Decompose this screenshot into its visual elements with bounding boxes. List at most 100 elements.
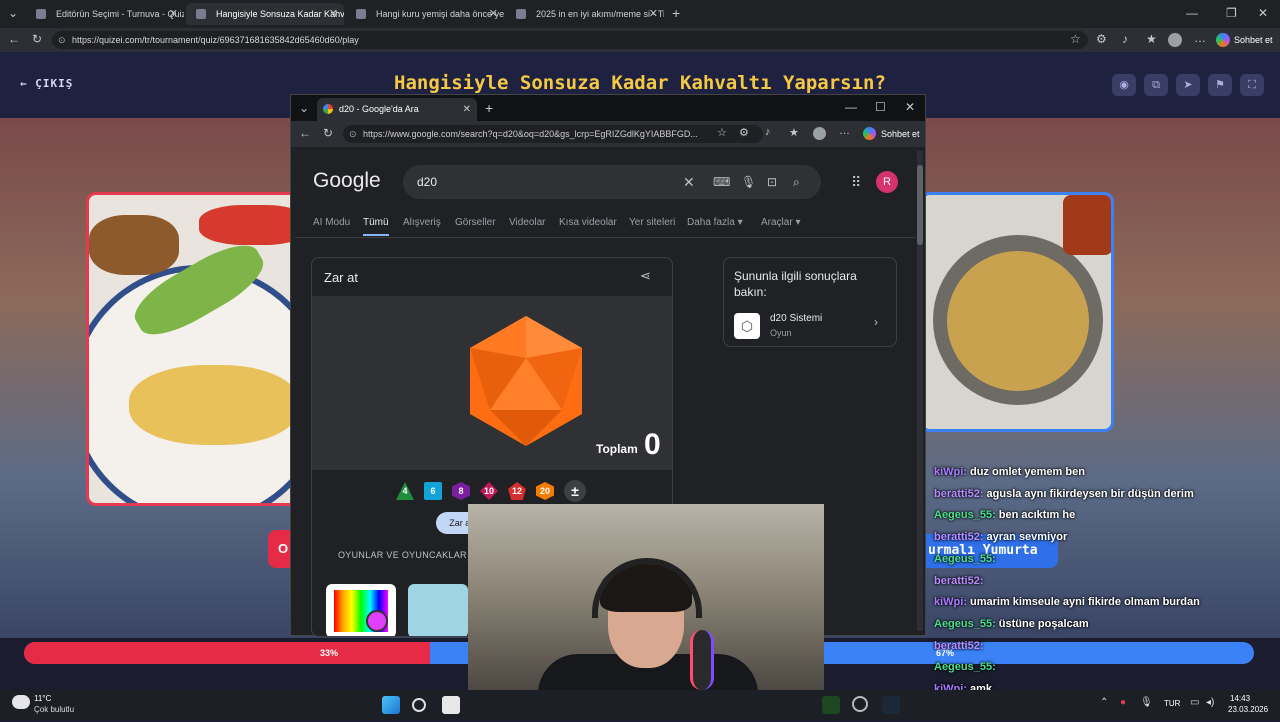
modifier-button[interactable]: ± xyxy=(564,480,586,502)
account-avatar[interactable]: R xyxy=(876,171,898,193)
close-icon[interactable]: ✕ xyxy=(463,98,471,121)
chat-username[interactable]: beratti52: xyxy=(934,640,984,652)
flag-icon[interactable]: ⚑ xyxy=(1208,74,1232,96)
tab-tools[interactable]: Araçlar ▾ xyxy=(761,217,800,228)
color-picker-game-thumbnail[interactable] xyxy=(326,584,396,636)
reload-icon[interactable]: ↻ xyxy=(32,32,42,46)
more-menu-icon[interactable]: … xyxy=(839,125,850,137)
scrollbar-thumb[interactable] xyxy=(917,165,923,245)
chat-username[interactable]: kiWpi: xyxy=(934,466,967,478)
bookmark-star-icon[interactable]: ☆ xyxy=(717,126,727,139)
chat-username[interactable]: Aegeus_55: xyxy=(934,661,996,673)
right-option-card[interactable] xyxy=(920,192,1114,432)
browser-tab-active[interactable]: Hangisiyle Sonsuza Kadar Kahvalt ✕ xyxy=(186,3,344,25)
microphone-icon[interactable]: 🎙 xyxy=(741,165,756,199)
windows-start-icon[interactable] xyxy=(382,696,400,714)
google-tab[interactable]: d20 - Google'da Ara ✕ xyxy=(317,98,477,121)
close-icon[interactable]: ✕ xyxy=(169,3,178,25)
d20-die-button[interactable]: 20 xyxy=(536,482,554,500)
search-icon[interactable] xyxy=(412,698,426,712)
extensions-icon[interactable]: ⚙ xyxy=(739,126,749,139)
clear-search-icon[interactable]: ✕ xyxy=(683,165,695,199)
d4-die-button[interactable]: 4 xyxy=(396,482,414,500)
breathing-exercise-thumbnail[interactable] xyxy=(408,584,468,636)
eye-icon[interactable]: ◉ xyxy=(1112,74,1136,96)
left-option-card[interactable] xyxy=(86,192,306,506)
extensions-icon[interactable]: ⚙ xyxy=(1096,32,1107,46)
tab-all[interactable]: Tümü xyxy=(363,217,389,236)
fullscreen-icon[interactable]: ⛶ xyxy=(1240,74,1264,96)
dice-display-area[interactable]: Toplam 0 xyxy=(312,296,672,470)
close-window-icon[interactable]: ✕ xyxy=(1258,6,1268,20)
maximize-icon[interactable]: ❐ xyxy=(1226,6,1237,20)
tray-app-icon[interactable]: ● xyxy=(1120,697,1126,708)
close-icon[interactable]: ✕ xyxy=(649,3,658,25)
share-icon[interactable]: ⧉ xyxy=(1144,74,1168,96)
weather-description[interactable]: Çok bulutlu xyxy=(34,705,74,714)
apps-grid-icon[interactable]: ⠿ xyxy=(851,174,861,191)
network-icon[interactable]: ▭ xyxy=(1190,697,1199,708)
tab-ai-mode[interactable]: AI Modu xyxy=(313,217,350,228)
share-icon[interactable]: ⋖ xyxy=(640,268,651,284)
tab-list-chevron-icon[interactable]: ⌄ xyxy=(299,101,309,115)
lens-camera-icon[interactable]: ⊡ xyxy=(767,165,777,199)
close-icon[interactable]: ✕ xyxy=(329,3,338,25)
tab-shopping[interactable]: Alışveriş xyxy=(403,217,441,228)
exit-button[interactable]: ← ÇIKIŞ xyxy=(20,77,73,90)
close-window-icon[interactable]: ✕ xyxy=(905,100,915,114)
app-taskbar-icon[interactable] xyxy=(852,696,868,712)
google-logo[interactable]: Google xyxy=(313,169,381,193)
tab-images[interactable]: Görseller xyxy=(455,217,496,228)
new-tab-plus-icon[interactable]: + xyxy=(485,100,493,116)
app-taskbar-icon[interactable] xyxy=(822,696,840,714)
steam-icon[interactable] xyxy=(882,696,900,714)
back-arrow-icon[interactable]: ← xyxy=(8,32,20,46)
browser-tab[interactable]: 2025 in en iyi akımı/meme si - Tie ✕ xyxy=(506,3,664,25)
close-icon[interactable]: ✕ xyxy=(489,3,498,25)
favorites-icon[interactable]: ★ xyxy=(1146,32,1157,46)
chat-username[interactable]: beratti52: xyxy=(934,531,984,543)
tab-places[interactable]: Yer siteleri xyxy=(629,217,675,228)
d12-die-button[interactable]: 12 xyxy=(508,482,526,500)
favorites-icon[interactable]: ★ xyxy=(789,126,799,139)
weather-temperature[interactable]: 11°C xyxy=(34,694,51,703)
tab-more[interactable]: Daha fazla ▾ xyxy=(687,217,743,228)
chat-username[interactable]: beratti52: xyxy=(934,575,984,587)
microphone-icon[interactable]: 🎙 xyxy=(1140,697,1153,708)
tab-videos[interactable]: Videolar xyxy=(509,217,546,228)
reading-icon[interactable]: ♪ xyxy=(765,126,771,138)
chat-username[interactable]: Aegeus_55: xyxy=(934,553,996,565)
profile-avatar-icon[interactable] xyxy=(1168,33,1182,47)
scrollbar[interactable] xyxy=(917,151,923,631)
chat-username[interactable]: Aegeus_55: xyxy=(934,509,996,521)
d10-die-button[interactable]: 10 xyxy=(480,482,498,500)
clock-date[interactable]: 23.03.2026 xyxy=(1228,705,1268,714)
browser-tab[interactable]: Hangi kuru yemişi daha önce yers ✕ xyxy=(346,3,504,25)
task-view-icon[interactable] xyxy=(442,696,460,714)
tab-list-chevron-icon[interactable]: ⌄ xyxy=(8,6,18,20)
back-arrow-icon[interactable]: ← xyxy=(299,126,311,140)
more-menu-icon[interactable]: … xyxy=(1194,31,1206,45)
maximize-icon[interactable]: ☐ xyxy=(875,100,886,114)
send-icon[interactable]: ➤ xyxy=(1176,74,1200,96)
site-info-icon[interactable]: ⊙ xyxy=(58,31,66,49)
input-language[interactable]: TUR xyxy=(1164,699,1180,708)
minimize-icon[interactable]: — xyxy=(1186,6,1198,20)
address-bar-input[interactable]: ⊙ https://quizei.com/tr/tournament/quiz/… xyxy=(52,31,1088,49)
site-info-icon[interactable]: ⊙ xyxy=(349,125,357,143)
chat-username[interactable]: beratti52: xyxy=(934,488,984,500)
tab-short-videos[interactable]: Kısa videolar xyxy=(559,217,617,228)
bookmark-star-icon[interactable]: ☆ xyxy=(1070,32,1081,46)
d8-die-button[interactable]: 8 xyxy=(452,482,470,500)
volume-icon[interactable]: ◂) xyxy=(1206,697,1214,708)
d6-die-button[interactable]: 6 xyxy=(424,482,442,500)
google-search-input[interactable]: d20 ✕ ⌨ 🎙 ⊡ ⌕ xyxy=(403,165,821,199)
clock-time[interactable]: 14:43 xyxy=(1230,694,1250,703)
weather-cloud-icon[interactable] xyxy=(12,695,30,709)
chat-username[interactable]: Aegeus_55: xyxy=(934,618,996,630)
copilot-chat-button[interactable]: Sohbet et xyxy=(863,126,920,142)
minimize-icon[interactable]: — xyxy=(845,100,857,114)
copilot-chat-button[interactable]: Sohbet et xyxy=(1214,30,1273,50)
chat-username[interactable]: kiWpi: xyxy=(934,596,967,608)
profile-avatar-icon[interactable] xyxy=(813,127,826,140)
